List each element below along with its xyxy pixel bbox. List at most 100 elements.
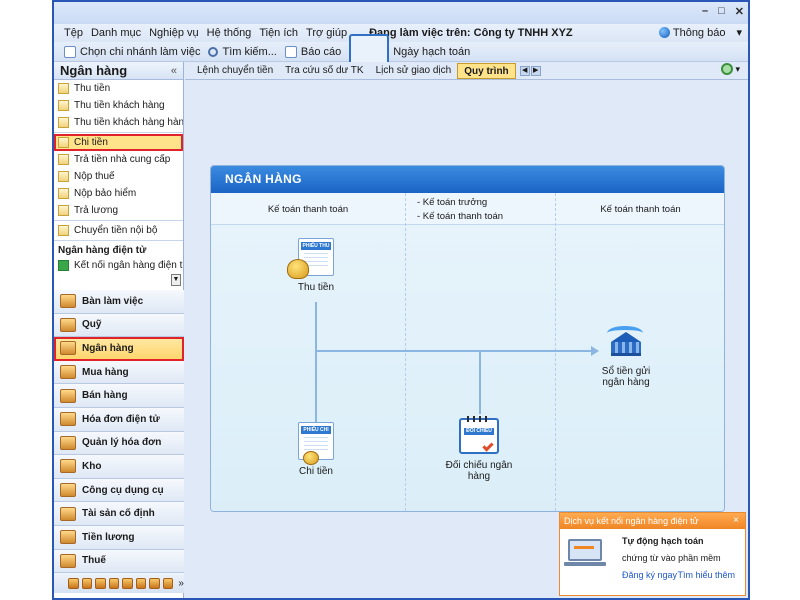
report-button[interactable]: Báo cáo xyxy=(284,45,342,58)
sidebar-item-internal-transfer[interactable]: Chuyển tiền nội bộ xyxy=(54,222,183,239)
module-salary[interactable]: Tiền lương xyxy=(54,525,184,550)
task-icon xyxy=(58,100,69,111)
module-list: Bàn làm việc Quỹ Ngân hàng Mua hàng Bán … xyxy=(54,290,184,594)
report-label: Báo cáo xyxy=(300,45,342,58)
module-label: Công cụ dụng cụ xyxy=(82,484,164,496)
sidebar-item-receipt[interactable]: Thu tiền xyxy=(54,80,183,97)
gear-icon xyxy=(721,63,734,75)
column-header-label: Kế toán thanh toán xyxy=(600,203,681,215)
module-label: Bàn làm việc xyxy=(82,295,144,307)
menu-catalog[interactable]: Danh mục xyxy=(91,27,141,39)
sidebar-item-label: Trả tiền nhà cung cấp xyxy=(74,154,171,165)
document-icon xyxy=(64,45,76,58)
process-node-label: Chi tiền xyxy=(299,466,333,477)
select-branch-button[interactable]: Chọn chi nhánh làm việc xyxy=(64,45,200,58)
column-divider xyxy=(405,193,406,511)
module-einvoice[interactable]: Hóa đơn điện tử xyxy=(54,407,184,432)
scroll-down-button[interactable]: ▼ xyxy=(171,274,181,286)
sidebar-item-label: Thu tiền khách hàng xyxy=(74,100,165,111)
module-label: Kho xyxy=(82,460,102,472)
module-sales[interactable]: Bán hàng xyxy=(54,384,184,408)
tab-balance-lookup[interactable]: Tra cứu số dư TK xyxy=(279,63,369,79)
report-icon xyxy=(284,45,297,58)
toolbar: Chọn chi nhánh làm việc Tìm kiếm... Báo … xyxy=(54,33,748,70)
process-node-label: Thu tiền xyxy=(297,282,335,293)
sidebar-header: Ngân hàng « xyxy=(54,62,183,80)
module-bank[interactable]: Ngân hàng xyxy=(54,337,184,361)
sidebar-item-customer-receipt[interactable]: Thu tiền khách hàng xyxy=(54,97,183,114)
shortcut-icon[interactable] xyxy=(108,577,120,589)
reconcile-calendar-icon: ĐỐI CHIẾU xyxy=(459,416,499,454)
register-now-link[interactable]: Đăng ký ngay xyxy=(622,570,677,580)
reconcile-doc-label: ĐỐI CHIẾU xyxy=(464,428,494,435)
popup-feature-title: Tự động hạch toán xyxy=(622,536,704,546)
close-button[interactable]: ✕ xyxy=(735,5,744,18)
tools-icon xyxy=(60,483,76,498)
process-node-payment[interactable]: PHIẾU CHI Chi tiền xyxy=(281,422,351,477)
more-modules-button[interactable]: » xyxy=(178,578,184,589)
menu-system[interactable]: Hệ thống xyxy=(207,27,252,39)
menu-operations[interactable]: Nghiệp vụ xyxy=(149,27,199,39)
process-node-deposit-ledger[interactable]: Sổ tiền gửi ngân hàng xyxy=(581,326,671,388)
module-fixed-assets[interactable]: Tài sản cố định xyxy=(54,502,184,526)
collapse-sidebar-button[interactable]: « xyxy=(171,65,177,77)
sidebar-task-list: Thu tiền Thu tiền khách hàng Thu tiền kh… xyxy=(54,80,183,290)
sidebar-item-label: Kết nối ngân hàng điện tử xyxy=(74,260,183,271)
sidebar-item-ebanking-connect[interactable]: Kết nối ngân hàng điện tử xyxy=(54,257,183,274)
sidebar-item-batch-receipt[interactable]: Thu tiền khách hàng hàng l... xyxy=(54,114,183,131)
tab-transfer-order[interactable]: Lệnh chuyển tiền xyxy=(191,63,279,79)
shortcut-icon[interactable] xyxy=(135,577,147,589)
sidebar-item-pay-insurance[interactable]: Nộp bảo hiểm xyxy=(54,185,183,202)
menu-utilities[interactable]: Tiện ích xyxy=(259,27,298,39)
sidebar-group-title: Ngân hàng điện tử xyxy=(58,245,147,256)
popup-title: Dịch vụ kết nối ngân hàng điện tử xyxy=(564,516,699,526)
shortcut-icon[interactable] xyxy=(122,577,133,589)
menu-file[interactable]: Tệp xyxy=(64,27,83,39)
notification-button[interactable]: Thông báo ▾ xyxy=(658,26,742,39)
minimize-button[interactable]: – xyxy=(702,5,708,18)
module-tax[interactable]: Thuế xyxy=(54,549,184,574)
tab-scroll-left-icon[interactable]: ◀ xyxy=(519,65,530,76)
notification-dropdown-icon[interactable]: ▾ xyxy=(736,26,742,39)
asset-icon xyxy=(60,506,76,521)
process-node-label: Sổ tiền gửi ngân hàng xyxy=(601,366,651,388)
money-bag-icon xyxy=(287,259,309,279)
shortcut-icon[interactable] xyxy=(162,577,174,589)
sidebar-item-pay-supplier[interactable]: Trả tiền nhà cung cấp xyxy=(54,151,183,168)
search-button[interactable]: Tìm kiếm... xyxy=(208,46,277,58)
module-label: Quản lý hóa đơn xyxy=(82,437,162,449)
popup-feature-desc: chứng từ vào phần mềm xyxy=(622,553,721,563)
buy-icon xyxy=(60,365,76,380)
module-label: Hóa đơn điện tử xyxy=(82,413,160,425)
sidebar-item-label: Trả lương xyxy=(74,205,119,216)
learn-more-link[interactable]: Tìm hiểu thêm xyxy=(677,570,735,580)
posting-date-label: Ngày hạch toán xyxy=(393,45,471,58)
tab-transaction-history[interactable]: Lịch sử giao dịch xyxy=(370,63,458,79)
module-cash[interactable]: Quỹ xyxy=(54,313,184,338)
module-invoice-mgmt[interactable]: Quản lý hóa đơn xyxy=(54,431,184,456)
module-warehouse[interactable]: Kho xyxy=(54,455,184,479)
shortcut-icon[interactable] xyxy=(81,577,93,589)
process-node-receipt[interactable]: PHIẾU THU Thu tiền xyxy=(281,238,351,293)
menu-help[interactable]: Trợ giúp xyxy=(306,27,347,39)
sidebar-item-payment[interactable]: Chi tiền xyxy=(54,134,183,151)
module-desk[interactable]: Bàn làm việc xyxy=(54,290,184,314)
process-node-reconcile[interactable]: ĐỐI CHIẾU Đối chiếu ngân hàng xyxy=(439,416,519,482)
shortcut-icon[interactable] xyxy=(68,577,79,589)
tab-scroll-right-icon[interactable]: ▶ xyxy=(530,65,541,76)
connector-line xyxy=(315,350,591,352)
tab-process[interactable]: Quy trình xyxy=(457,62,516,79)
module-label: Tiền lương xyxy=(82,531,135,543)
module-shortcut-bar: » xyxy=(54,573,184,594)
maximize-button[interactable]: □ xyxy=(718,5,725,18)
task-icon xyxy=(58,137,69,148)
settings-button[interactable]: ▾ xyxy=(721,63,740,75)
sidebar-item-pay-salary[interactable]: Trả lương xyxy=(54,202,183,219)
shortcut-icon[interactable] xyxy=(95,577,106,589)
sell-icon xyxy=(60,388,76,403)
module-purchase[interactable]: Mua hàng xyxy=(54,360,184,385)
shortcut-icon[interactable] xyxy=(149,577,160,589)
popup-close-button[interactable]: × xyxy=(733,513,739,529)
sidebar-item-pay-tax[interactable]: Nộp thuế xyxy=(54,168,183,185)
module-tools[interactable]: Công cụ dụng cụ xyxy=(54,478,184,503)
